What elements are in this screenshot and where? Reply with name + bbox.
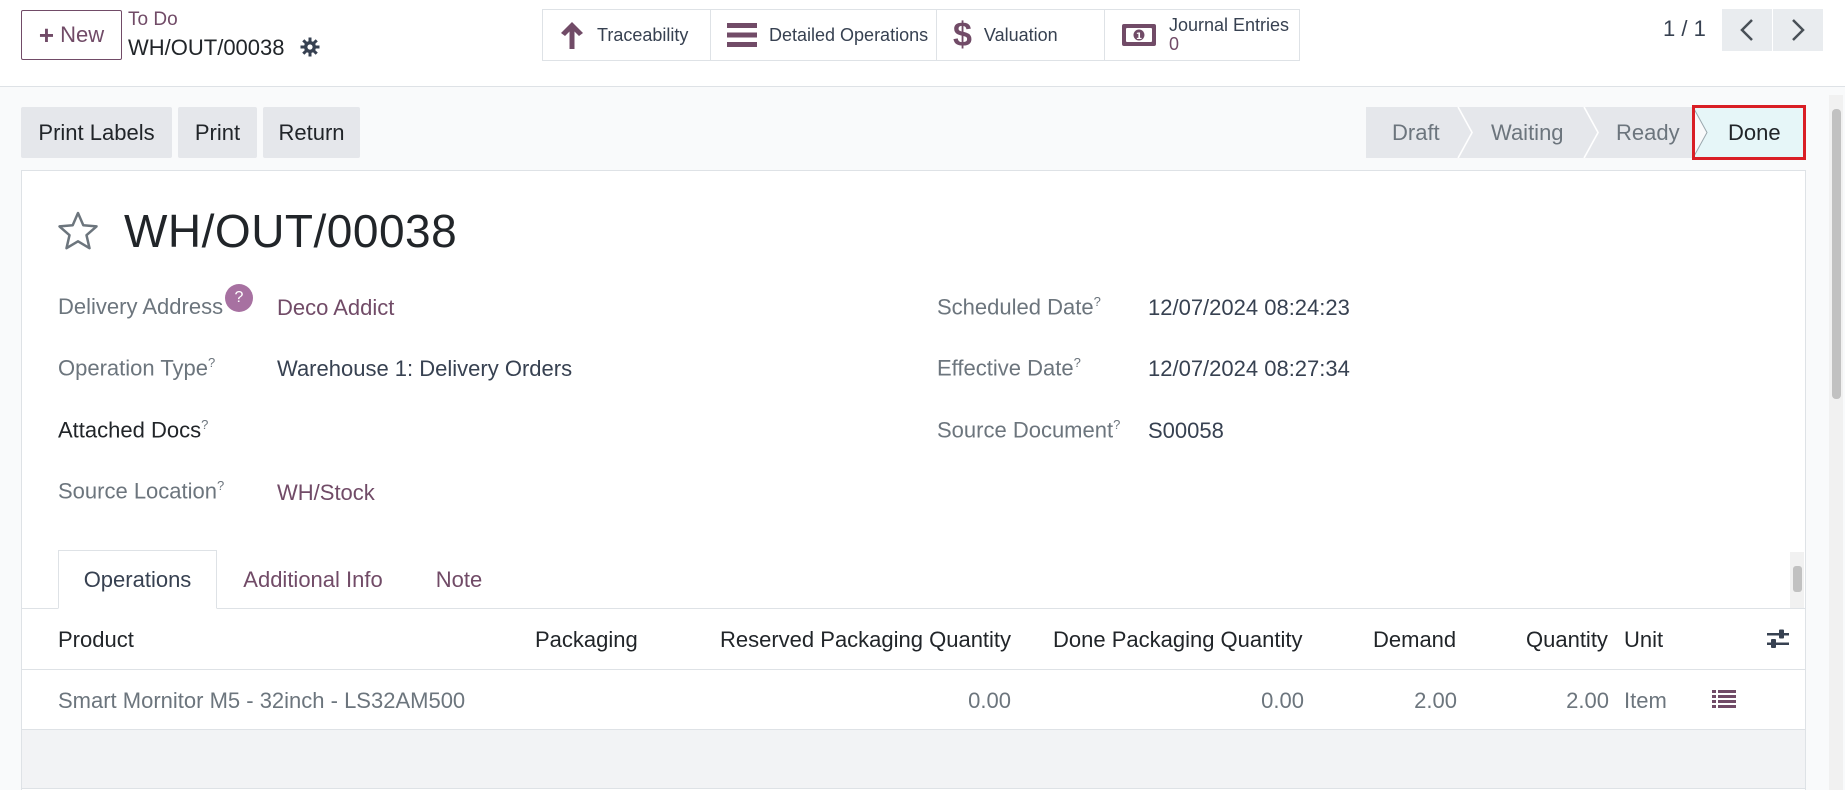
- row-divider: [22, 788, 1805, 789]
- column-unit[interactable]: Unit: [1624, 627, 1663, 653]
- tooltip-mark: ?: [208, 355, 216, 370]
- help-icon[interactable]: ?: [225, 284, 253, 312]
- cell-reserved-packaging-qty[interactable]: 0.00: [880, 688, 1011, 714]
- optional-columns-icon[interactable]: [1766, 627, 1790, 651]
- print-labels-button[interactable]: Print Labels: [21, 107, 172, 158]
- pager-next-button[interactable]: [1773, 9, 1823, 51]
- empty-row: [22, 730, 1805, 788]
- tab-note[interactable]: Note: [414, 550, 504, 609]
- effective-date-label: Effective Date?: [937, 355, 1081, 381]
- effective-date-value[interactable]: 12/07/2024 08:27:34: [1148, 356, 1350, 382]
- money-icon: 1: [1121, 23, 1157, 47]
- column-done-packaging-quantity[interactable]: Done Packaging Quantity: [1053, 627, 1303, 653]
- cell-quantity[interactable]: 2.00: [1478, 688, 1609, 714]
- cell-product[interactable]: Smart Mornitor M5 - 32inch - LS32AM500: [58, 688, 465, 714]
- source-document-value[interactable]: S00058: [1148, 418, 1224, 444]
- detailed-operations-button[interactable]: Detailed Operations: [711, 10, 937, 60]
- column-demand[interactable]: Demand: [1373, 627, 1456, 653]
- plus-icon: +: [38, 20, 55, 50]
- breadcrumb-parent-link[interactable]: To Do: [128, 9, 178, 31]
- star-icon[interactable]: [57, 210, 99, 252]
- journal-entries-count: 0: [1169, 34, 1180, 54]
- column-reserved-packaging-quantity[interactable]: Reserved Packaging Quantity: [720, 627, 1011, 653]
- delivery-address-value[interactable]: Deco Addict: [277, 295, 394, 321]
- tooltip-mark: ?: [1113, 417, 1121, 432]
- details-list-icon[interactable]: [1712, 689, 1736, 709]
- traceability-button[interactable]: Traceability: [543, 10, 711, 60]
- column-quantity[interactable]: Quantity: [1526, 627, 1608, 653]
- tab-additional-info[interactable]: Additional Info: [218, 550, 408, 609]
- cell-unit[interactable]: Item: [1624, 688, 1667, 714]
- column-packaging[interactable]: Packaging: [535, 627, 638, 653]
- column-product[interactable]: Product: [58, 627, 134, 653]
- detailed-operations-label: Detailed Operations: [769, 24, 929, 45]
- header-divider: [22, 669, 1805, 670]
- tab-operations[interactable]: Operations: [58, 550, 217, 609]
- list-icon: [727, 22, 757, 48]
- page-scrollbar-thumb[interactable]: [1832, 109, 1841, 399]
- source-location-value[interactable]: WH/Stock: [277, 480, 375, 506]
- stage-draft[interactable]: Draft: [1392, 120, 1440, 146]
- traceability-label: Traceability: [597, 24, 689, 45]
- tooltip-mark: ?: [1073, 355, 1081, 370]
- chevron-right-icon: [1792, 19, 1805, 41]
- source-location-label: Source Location?: [58, 478, 225, 504]
- journal-entries-label: Journal Entries: [1169, 15, 1290, 36]
- return-button[interactable]: Return: [263, 107, 360, 158]
- smart-buttons: Traceability Detailed Operations $ Valua…: [542, 9, 1300, 61]
- print-button[interactable]: Print: [178, 107, 257, 158]
- attached-docs-label: Attached Docs?: [58, 417, 209, 443]
- operation-type-value[interactable]: Warehouse 1: Delivery Orders: [277, 356, 572, 382]
- tooltip-mark: ?: [201, 417, 209, 432]
- journal-entries-button[interactable]: 1 Journal Entries 0: [1105, 10, 1299, 60]
- record-title: WH/OUT/00038: [124, 205, 458, 257]
- delivery-address-label: Delivery Address: [58, 294, 224, 319]
- tabs-scrollbar-thumb[interactable]: [1793, 566, 1802, 592]
- new-button-label: New: [60, 22, 105, 47]
- valuation-label: Valuation: [983, 24, 1058, 45]
- operation-type-label: Operation Type?: [58, 355, 216, 381]
- stage-waiting[interactable]: Waiting: [1491, 120, 1564, 146]
- tooltip-mark: ?: [217, 478, 225, 493]
- stage-done[interactable]: Done: [1728, 120, 1781, 146]
- cell-done-packaging-qty[interactable]: 0.00: [1173, 688, 1304, 714]
- pager-previous-button[interactable]: [1722, 9, 1772, 51]
- tooltip-mark: ?: [1093, 294, 1101, 309]
- breadcrumb-current: WH/OUT/00038: [128, 35, 285, 60]
- gear-icon[interactable]: [300, 37, 320, 57]
- valuation-button[interactable]: $ Valuation: [937, 10, 1105, 60]
- chevron-left-icon: [1740, 19, 1753, 41]
- scheduled-date-value[interactable]: 12/07/2024 08:24:23: [1148, 295, 1350, 321]
- svg-text:1: 1: [1136, 32, 1142, 42]
- cell-demand[interactable]: 2.00: [1326, 688, 1457, 714]
- new-button[interactable]: + New: [21, 10, 122, 60]
- scheduled-date-label: Scheduled Date?: [937, 294, 1101, 320]
- source-document-label: Source Document?: [937, 417, 1121, 443]
- dollar-icon: $: [953, 15, 972, 54]
- arrow-up-icon: [559, 20, 585, 50]
- pager-value[interactable]: 1 / 1: [1663, 16, 1706, 42]
- stage-ready[interactable]: Ready: [1616, 120, 1680, 146]
